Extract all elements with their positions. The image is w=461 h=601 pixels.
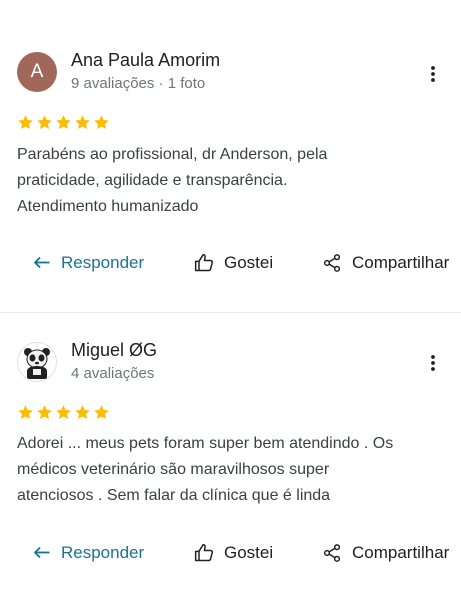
like-button[interactable]: Gostei bbox=[194, 538, 273, 568]
like-button[interactable]: Gostei bbox=[194, 248, 273, 278]
review-card: Miguel ØG 4 avaliações Adorei ... meus p… bbox=[0, 312, 461, 601]
more-options-button[interactable] bbox=[421, 62, 445, 86]
review-text: Parabéns ao profissional, dr Anderson, p… bbox=[17, 146, 328, 215]
star-icon bbox=[37, 405, 52, 420]
reply-label: Responder bbox=[61, 253, 145, 272]
more-vert-icon bbox=[431, 355, 435, 371]
reply-arrow-icon bbox=[34, 546, 50, 559]
avatar[interactable] bbox=[17, 342, 57, 382]
star-rating bbox=[17, 404, 110, 421]
like-label: Gostei bbox=[224, 253, 274, 272]
reviewer-name[interactable]: Ana Paula Amorim bbox=[71, 50, 220, 71]
more-vert-icon bbox=[431, 66, 435, 82]
star-icon bbox=[75, 405, 90, 420]
star-rating bbox=[17, 114, 110, 131]
share-label: Compartilhar bbox=[352, 543, 450, 562]
star-icon bbox=[94, 405, 109, 420]
thumb-up-icon bbox=[194, 543, 214, 562]
reviewer-name[interactable]: Miguel ØG bbox=[71, 340, 157, 361]
reply-button[interactable]: Responder bbox=[33, 248, 144, 278]
star-icon bbox=[37, 115, 52, 130]
review-text: Adorei ... meus pets foram super bem ate… bbox=[17, 435, 394, 504]
avatar[interactable]: A bbox=[17, 52, 57, 92]
avatar-letter: A bbox=[30, 61, 44, 82]
share-icon bbox=[323, 254, 341, 272]
review-card: A Ana Paula Amorim 9 avaliações · 1 foto… bbox=[0, 0, 461, 312]
panda-avatar-icon bbox=[24, 348, 50, 379]
more-options-button[interactable] bbox=[421, 351, 445, 375]
share-button[interactable]: Compartilhar bbox=[322, 248, 449, 278]
reviewer-meta: 4 avaliações bbox=[71, 365, 155, 382]
share-button[interactable]: Compartilhar bbox=[322, 538, 449, 568]
reply-label: Responder bbox=[61, 543, 145, 562]
review-actions: Responder Gostei Compartilhar bbox=[0, 538, 461, 568]
share-icon bbox=[323, 544, 341, 562]
star-icon bbox=[56, 115, 71, 130]
thumb-up-icon bbox=[194, 253, 214, 272]
star-icon bbox=[75, 115, 90, 130]
like-label: Gostei bbox=[224, 543, 274, 562]
reviewer-meta: 9 avaliações · 1 foto bbox=[71, 75, 206, 92]
reply-arrow-icon bbox=[34, 256, 50, 269]
star-icon bbox=[18, 115, 33, 130]
star-icon bbox=[56, 405, 71, 420]
star-icon bbox=[18, 405, 33, 420]
reply-button[interactable]: Responder bbox=[33, 538, 144, 568]
share-label: Compartilhar bbox=[352, 253, 450, 272]
star-icon bbox=[94, 115, 109, 130]
review-actions: Responder Gostei Compartilhar bbox=[0, 248, 461, 278]
